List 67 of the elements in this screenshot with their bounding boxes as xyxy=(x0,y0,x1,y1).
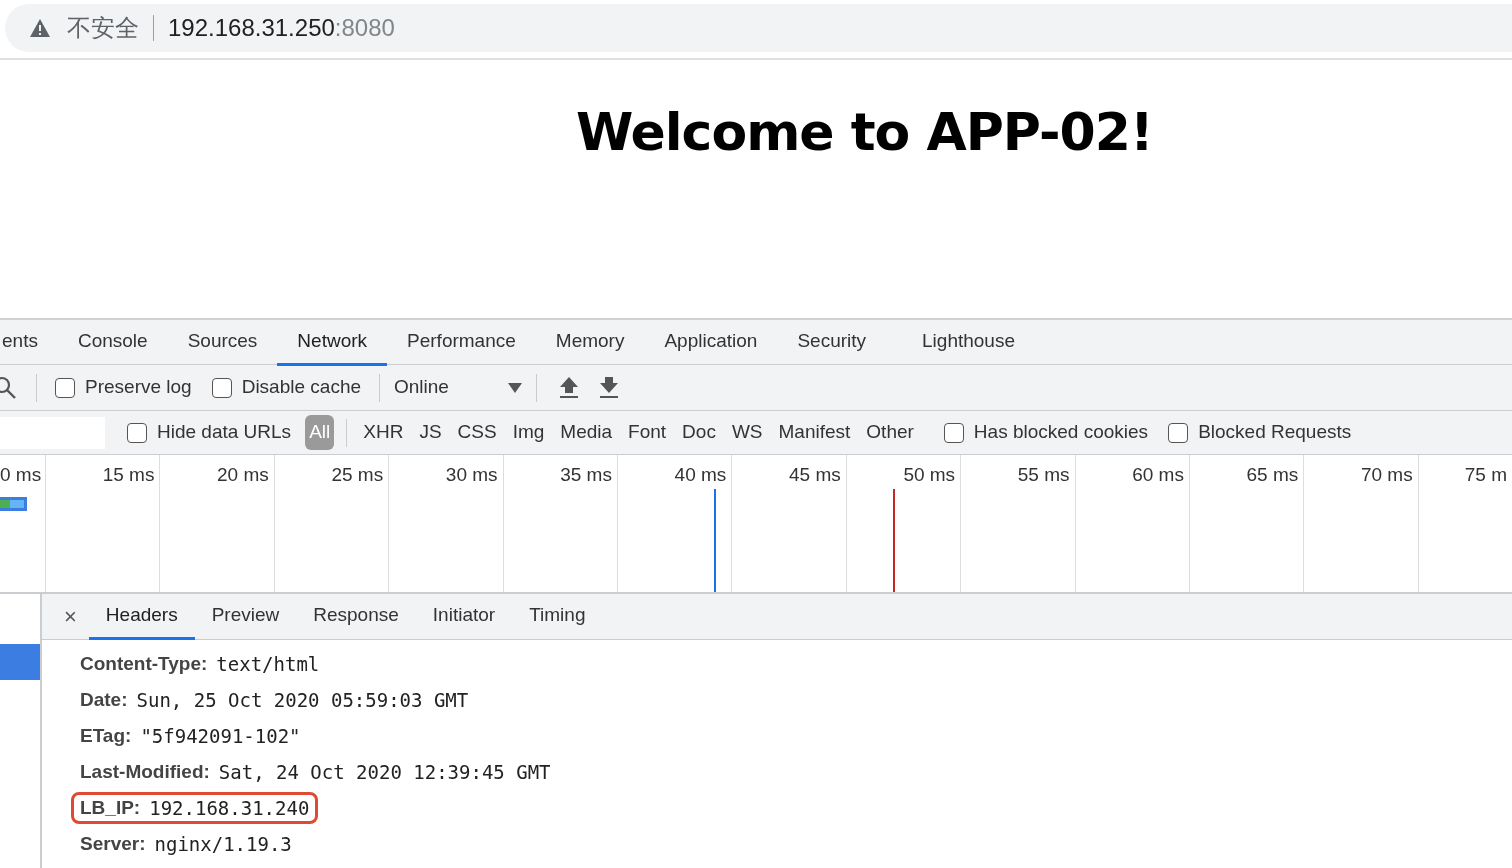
type-filter[interactable]: Img xyxy=(508,415,549,450)
checkbox-option[interactable]: Preserve log xyxy=(55,373,192,402)
type-filter[interactable]: JS xyxy=(415,415,446,450)
time-tick: 65 ms xyxy=(1246,464,1299,485)
devtools-tab[interactable]: Sources xyxy=(167,320,278,366)
search-icon xyxy=(0,375,18,400)
detail-tab[interactable]: Response xyxy=(296,594,416,640)
page-heading: Welcome to APP-02! xyxy=(575,101,1154,158)
checkbox-option[interactable]: Blocked Requests xyxy=(1168,418,1352,447)
header-name: ETag: xyxy=(80,724,132,748)
header-value: Sat, 24 Oct 2020 12:39:45 GMT xyxy=(218,760,551,785)
time-tick: 75 m xyxy=(1464,464,1507,485)
header-name: Last-Modified: xyxy=(80,760,210,784)
devtools-tab[interactable]: Application xyxy=(644,320,778,366)
time-tick: 40 ms xyxy=(674,464,727,485)
detail-tab[interactable]: Preview xyxy=(194,594,297,640)
checkbox-option[interactable]: Hide data URLs xyxy=(127,418,292,447)
header-value: text/html xyxy=(216,652,320,677)
time-tick: 25 ms xyxy=(331,464,384,485)
detail-tab[interactable]: Initiator xyxy=(415,594,513,640)
header-name: LB_IP: xyxy=(80,796,141,820)
time-tick: 60 ms xyxy=(1132,464,1184,485)
devtools-tab[interactable]: Memory xyxy=(535,320,645,366)
time-tick: 45 ms xyxy=(789,464,841,485)
header-name: Date: xyxy=(80,688,128,712)
time-tick: 15 ms xyxy=(102,464,155,485)
time-tick: 0 ms xyxy=(0,464,42,485)
type-filter[interactable]: XHR xyxy=(359,415,408,450)
time-tick: 55 ms xyxy=(1017,464,1070,485)
time-tick: 70 ms xyxy=(1360,464,1413,485)
security-label: 不安全 xyxy=(67,13,139,43)
type-filter[interactable]: WS xyxy=(727,415,767,450)
devtools-tab[interactable]: Console xyxy=(57,320,168,366)
devtools-tab[interactable]: ents xyxy=(0,320,58,366)
header-value: "5f942091-102" xyxy=(140,724,301,749)
header-value: Sun, 25 Oct 2020 05:59:03 GMT xyxy=(136,688,469,713)
header-value: nginx/1.19.3 xyxy=(154,832,292,857)
time-tick: 50 ms xyxy=(903,464,956,485)
address-bar[interactable]: 不安全 192.168.31.250:8080 xyxy=(5,4,1512,52)
checkbox-option[interactable]: Has blocked cookies xyxy=(943,418,1149,447)
type-filter[interactable]: Other xyxy=(862,415,918,450)
detail-tab[interactable]: Headers xyxy=(88,594,195,640)
throttling-select[interactable]: Online xyxy=(388,373,528,402)
time-tick: 30 ms xyxy=(445,464,498,485)
devtools-tab[interactable]: Performance xyxy=(387,320,536,366)
url-port: :8080 xyxy=(334,13,395,43)
type-filter[interactable]: Font xyxy=(624,415,671,450)
checkbox-option[interactable]: Disable cache xyxy=(211,373,361,402)
download-icon[interactable] xyxy=(599,376,619,399)
detail-tab[interactable]: Timing xyxy=(512,594,603,640)
type-filter[interactable]: Media xyxy=(556,415,617,450)
url-host: 192.168.31.250 xyxy=(168,13,335,43)
type-filter[interactable]: Doc xyxy=(678,415,720,450)
devtools-tab[interactable]: Lighthouse xyxy=(902,320,1035,366)
header-name: Server: xyxy=(80,832,146,856)
header-name: Content-Type: xyxy=(80,652,208,676)
type-filter[interactable]: Manifest xyxy=(774,415,855,450)
time-tick: 20 ms xyxy=(217,464,269,485)
warning-icon xyxy=(29,18,51,38)
request-bar xyxy=(0,497,27,511)
dropdown-caret-icon xyxy=(508,382,522,393)
header-value: 192.168.31.240 xyxy=(149,796,310,821)
devtools-tab[interactable]: Security xyxy=(777,320,887,366)
upload-icon[interactable] xyxy=(559,376,579,399)
close-button[interactable]: × xyxy=(52,594,89,639)
time-tick: 35 ms xyxy=(560,464,612,485)
type-filter[interactable]: CSS xyxy=(453,415,501,450)
